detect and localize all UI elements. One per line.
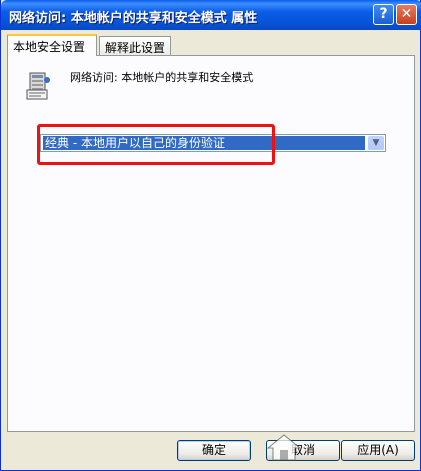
close-button[interactable]: ✕	[396, 4, 417, 25]
policy-name-label: 网络访问: 本地帐户的共享和安全模式	[70, 71, 254, 84]
chevron-down-icon[interactable]: ▼	[368, 136, 384, 150]
properties-dialog: 网络访问: 本地帐户的共享和安全模式 属性 ? ✕ 本地安全设置 解释此设置 网…	[0, 0, 421, 471]
ok-button[interactable]: 确定	[177, 440, 251, 461]
tab-local-security-setting[interactable]: 本地安全设置	[7, 34, 97, 56]
close-icon: ✕	[400, 6, 413, 22]
site-watermark	[266, 412, 416, 468]
security-policy-icon	[26, 72, 50, 100]
question-mark-icon: ?	[379, 6, 388, 22]
watermark-logo-icon	[266, 434, 302, 461]
window-title: 网络访问: 本地帐户的共享和安全模式 属性	[9, 11, 258, 26]
tab-panel: 网络访问: 本地帐户的共享和安全模式 经典 - 本地用户以自己的身份验证 ▼	[7, 55, 415, 432]
help-button[interactable]: ?	[373, 4, 394, 25]
tab-explain-setting[interactable]: 解释此设置	[99, 36, 171, 55]
red-highlight-box	[37, 124, 275, 165]
title-bar[interactable]: 网络访问: 本地帐户的共享和安全模式 属性 ? ✕	[1, 0, 421, 30]
